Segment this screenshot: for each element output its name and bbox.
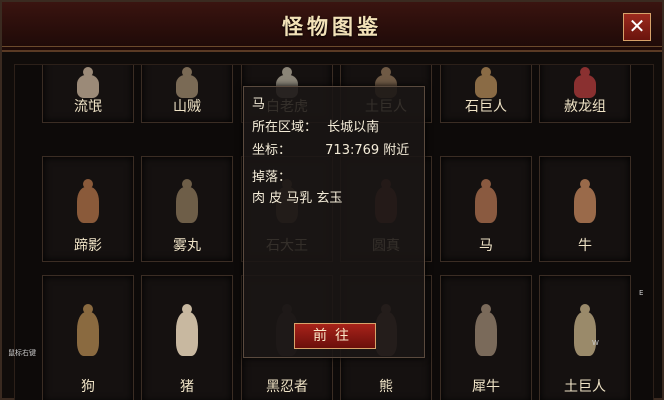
region-row: 所在区域： 长城以南: [252, 116, 379, 135]
monster-cell[interactable]: 山贼: [141, 65, 233, 123]
monster-sprite-icon: [475, 75, 497, 98]
coord-value: 713:769 附近: [325, 143, 410, 158]
monster-cell[interactable]: 流氓: [42, 65, 134, 123]
monster-cell[interactable]: 犀牛: [440, 275, 532, 400]
monster-name: 马: [479, 238, 493, 254]
monster-name: 山贼: [173, 99, 201, 115]
title-bar: 怪物图鉴 ✕: [2, 2, 662, 52]
monster-sprite-icon: [77, 75, 99, 98]
monster-name: 赦龙组: [564, 99, 606, 115]
monster-cell[interactable]: 马: [440, 156, 532, 262]
go-button[interactable]: 前往: [294, 323, 376, 349]
popup-monster-name: 马: [252, 97, 266, 112]
coord-row: 坐标： 713:769 附近: [252, 139, 409, 158]
region-label: 所在区域：: [252, 120, 318, 135]
monster-codex-window: 怪物图鉴 ✕ 流氓山贼白老虎土巨人石巨人赦龙组蹄影雾丸石大王圆真马牛狗猪黑忍者熊…: [0, 0, 664, 400]
monster-name: 雾丸: [173, 238, 201, 254]
monster-name: 土巨人: [564, 379, 606, 395]
monster-sprite-icon: [176, 75, 198, 98]
monster-cell[interactable]: 蹄影: [42, 156, 134, 262]
coord-label: 坐标：: [252, 143, 292, 158]
monster-cell[interactable]: 牛: [539, 156, 631, 262]
monster-sprite-icon: [176, 187, 198, 223]
monster-cell[interactable]: 狗: [42, 275, 134, 400]
monster-sprite-icon: [574, 187, 596, 223]
region-value: 长城以南: [327, 120, 380, 135]
monster-name: 猪: [180, 379, 194, 395]
monster-cell[interactable]: 土巨人: [539, 275, 631, 400]
monster-name: 熊: [379, 379, 393, 395]
drops-value: 肉 皮 马乳 玄玉: [252, 191, 343, 206]
side-hint-left: 鼠标右键: [8, 349, 36, 357]
monster-sprite-icon: [77, 312, 99, 356]
monster-sprite-icon: [574, 312, 596, 356]
monster-name: 犀牛: [472, 379, 500, 395]
monster-sprite-icon: [475, 187, 497, 223]
drops-label: 掉落：: [252, 170, 292, 185]
monster-sprite-icon: [475, 312, 497, 356]
close-button[interactable]: ✕: [623, 13, 651, 41]
window-title: 怪物图鉴: [282, 14, 382, 39]
monster-name: 牛: [578, 238, 592, 254]
monster-cell[interactable]: 雾丸: [141, 156, 233, 262]
monster-sprite-icon: [176, 312, 198, 356]
side-hint-right-w: W: [592, 339, 599, 347]
side-hint-right-e: E: [639, 289, 644, 297]
monster-sprite-icon: [77, 187, 99, 223]
monster-info-popup: 马 所在区域： 长城以南 坐标： 713:769 附近 掉落： 肉 皮 马乳 玄…: [243, 86, 425, 358]
monster-cell[interactable]: 石巨人: [440, 65, 532, 123]
monster-name: 蹄影: [74, 238, 102, 254]
monster-name: 石巨人: [465, 99, 507, 115]
monster-sprite-icon: [574, 75, 596, 98]
monster-name: 狗: [81, 379, 95, 395]
monster-name: 流氓: [74, 99, 102, 115]
monster-cell[interactable]: 赦龙组: [539, 65, 631, 123]
monster-cell[interactable]: 猪: [141, 275, 233, 400]
monster-name: 黑忍者: [266, 379, 308, 395]
